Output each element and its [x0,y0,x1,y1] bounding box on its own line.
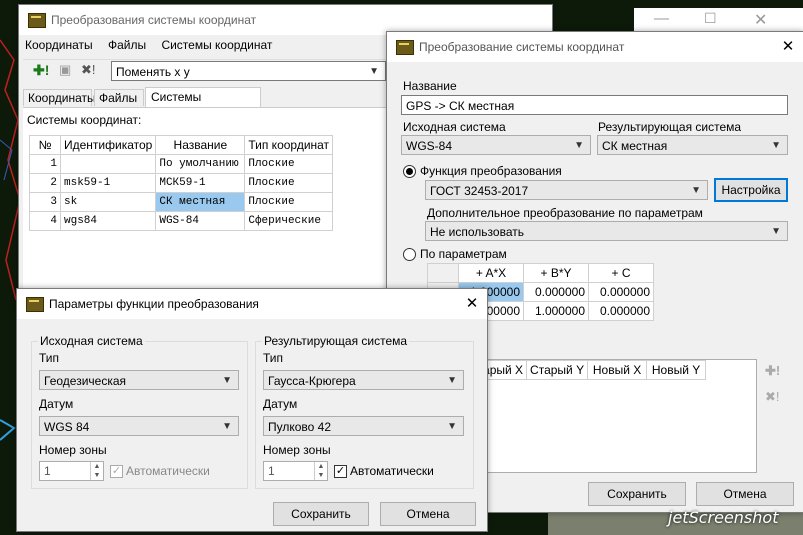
menu-files[interactable]: Файлы [108,38,146,52]
chevron-down-icon: ▼ [771,140,781,151]
tab-coordinate-systems[interactable]: Системы координат [145,87,261,123]
source-datum-label: Датум [39,397,74,411]
minimize-icon[interactable]: — [654,10,669,27]
chevron-down-icon: ▼ [222,375,232,386]
main-menubar: Координаты Файлы Системы координат [25,38,272,52]
selected-cell: СК местная [155,192,246,212]
stepper-down-icon[interactable]: ▼ [314,471,327,480]
name-label: Название [403,79,457,93]
table-header: № Идентификатор Название Тип координат [29,135,334,155]
result-zone-label: Номер зоны [263,443,331,457]
params-dialog: Параметры функции преобразования ✕ Исход… [16,288,488,532]
menu-coordinate-systems[interactable]: Системы координат [161,38,272,52]
chevron-down-icon: ▼ [369,66,379,77]
watermark-text: jetScreenshot [668,508,779,527]
result-datum-combo[interactable]: Пулково 42 ▼ [263,416,464,436]
stepper-down-icon[interactable]: ▼ [90,471,103,480]
source-auto-label: Автоматически [126,464,210,478]
section-label: Системы координат: [27,113,142,127]
chevron-down-icon: ▼ [691,185,701,196]
tab-files[interactable]: Файлы [94,89,144,106]
remove-point-icon[interactable]: ✖! [765,389,780,405]
result-auto-label: Автоматически [350,464,434,478]
add-point-icon[interactable]: ✚! [765,363,780,379]
source-zone-stepper[interactable]: 1 ▲ ▼ [39,461,104,481]
main-window-controls: — ☐ ✕ [634,8,803,32]
source-system-combo[interactable]: WGS-84 ▼ [401,135,591,155]
function-combo[interactable]: ГОСТ 32453-2017 ▼ [425,180,708,200]
source-group-title: Исходная система [38,334,145,348]
stepper-up-icon[interactable]: ▲ [314,462,327,471]
result-datum-label: Датум [263,397,298,411]
col-number: № [29,135,61,155]
close-icon[interactable]: ✕ [773,36,803,58]
transform-titlebar: Преобразование системы координат ✕ [387,32,803,62]
coordinate-systems-table: № Идентификатор Название Тип координат 1… [29,135,334,231]
params-titlebar: Параметры функции преобразования ✕ [17,289,487,319]
table-row[interactable]: 2 msk59-1 МСК59-1 Плоские [29,173,334,193]
function-radio[interactable] [403,165,416,178]
main-window-title: Преобразования системы координат [51,13,257,27]
table-row[interactable]: 4 wgs84 WGS-84 Сферические [29,211,334,231]
result-type-combo[interactable]: Гаусса-Крюгера ▼ [263,370,464,390]
operation-combo[interactable]: Поменять х у ▼ [111,61,386,81]
col-identifier: Идентификатор [59,135,157,155]
app-icon [28,13,46,28]
chevron-down-icon: ▼ [771,226,781,237]
table-row[interactable]: 3 sk СК местная Плоские [29,192,334,212]
close-icon[interactable]: ✕ [457,293,487,315]
result-group-title: Результирующая система [262,334,410,348]
result-zone-stepper[interactable]: 1 ▲ ▼ [263,461,328,481]
remove-icon[interactable]: ✖! [81,62,96,78]
extra-transform-combo[interactable]: Не использовать ▼ [425,221,788,241]
chevron-down-icon: ▼ [447,375,457,386]
params-dialog-title: Параметры функции преобразования [49,297,259,311]
source-system-label: Исходная система [403,120,506,134]
source-auto-checkbox[interactable]: ✓ [110,465,123,478]
tab-coordinates[interactable]: Координаты [23,89,96,106]
transform-dialog-title: Преобразование системы координат [419,40,625,54]
menu-coordinates[interactable]: Координаты [25,38,93,52]
matrix-header: + A*X + B*Y + C [427,263,654,283]
transform-save-button[interactable]: Сохранить [588,482,686,506]
source-type-label: Тип [39,351,60,365]
extra-transform-label: Дополнительное преобразование по парамет… [427,206,703,220]
source-type-combo[interactable]: Геодезическая ▼ [39,370,239,390]
name-input[interactable]: GPS -> СК местная [401,95,788,115]
params-radio-label: По параметрам [420,247,507,261]
transform-cancel-button[interactable]: Отмена [696,482,794,506]
add-icon[interactable]: ✚! [33,62,49,79]
col-coord-type: Тип координат [244,135,334,155]
chevron-down-icon: ▼ [447,421,457,432]
close-icon[interactable]: ✕ [754,10,767,30]
result-system-label: Результирующая система [598,120,742,134]
function-radio-label: Функция преобразования [420,164,562,178]
params-save-button[interactable]: Сохранить [273,502,369,526]
params-cancel-button[interactable]: Отмена [380,502,476,526]
result-auto-checkbox[interactable]: ✓ [334,465,347,478]
maximize-icon[interactable]: ☐ [704,10,717,27]
setup-button[interactable]: Настройка [714,178,788,202]
params-radio[interactable] [403,248,416,261]
result-system-combo[interactable]: СК местная ▼ [597,135,788,155]
chevron-down-icon: ▼ [574,140,584,151]
result-type-label: Тип [263,351,284,365]
table-row[interactable]: 1 По умолчанию Плоские [29,154,334,174]
delete-file-icon[interactable]: ▣ [59,62,71,78]
chevron-down-icon: ▼ [222,421,232,432]
stepper-up-icon[interactable]: ▲ [90,462,103,471]
source-datum-combo[interactable]: WGS 84 ▼ [39,416,239,436]
col-name: Название [155,135,246,155]
app-icon [396,40,414,55]
source-zone-label: Номер зоны [39,443,107,457]
app-icon [26,297,44,312]
